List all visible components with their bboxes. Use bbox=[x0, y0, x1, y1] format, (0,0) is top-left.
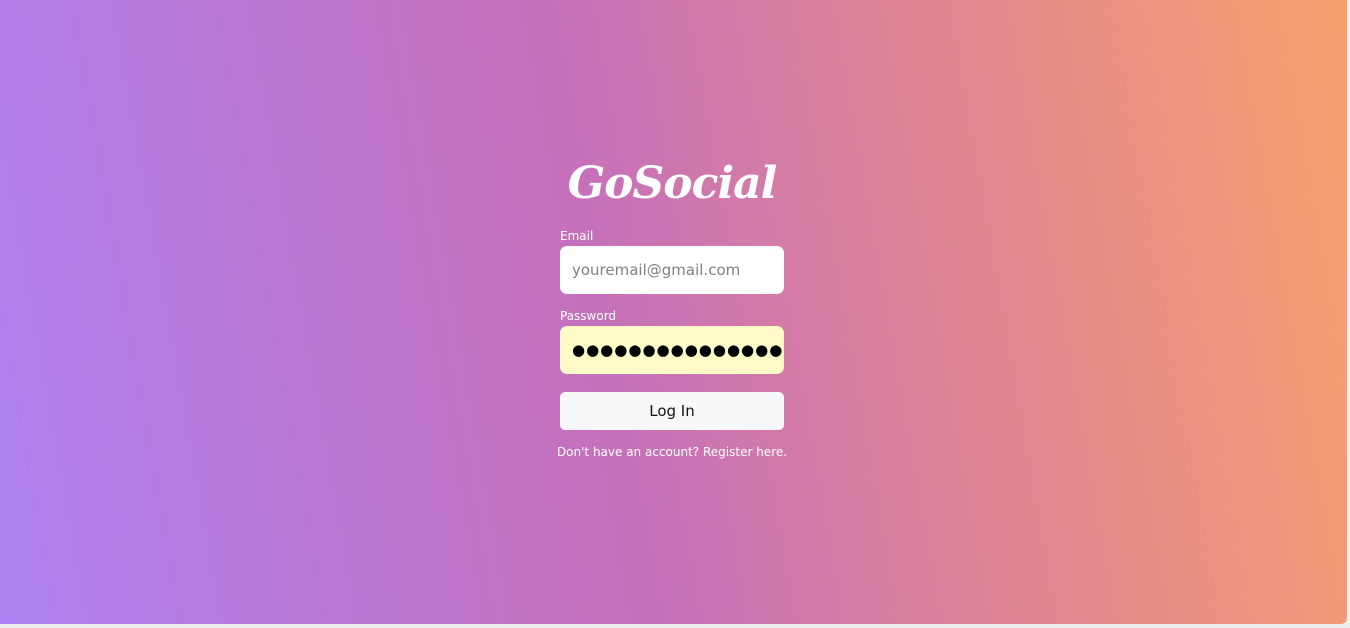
register-prompt: Don't have an account? Register here. bbox=[540, 444, 804, 460]
login-page: GoSocial Email Password ●●●●●●●●●●●●●●● … bbox=[0, 0, 1347, 624]
window-bottom-edge bbox=[0, 624, 1350, 628]
password-label: Password bbox=[560, 309, 617, 323]
register-link[interactable]: Register here. bbox=[703, 445, 787, 459]
password-field[interactable]: ●●●●●●●●●●●●●●● bbox=[560, 326, 784, 374]
email-label: Email bbox=[560, 229, 594, 243]
app-logo: GoSocial bbox=[567, 158, 778, 209]
email-field[interactable] bbox=[560, 246, 784, 294]
register-prompt-text: Don't have an account? bbox=[556, 445, 700, 459]
login-button[interactable]: Log In bbox=[560, 392, 784, 430]
